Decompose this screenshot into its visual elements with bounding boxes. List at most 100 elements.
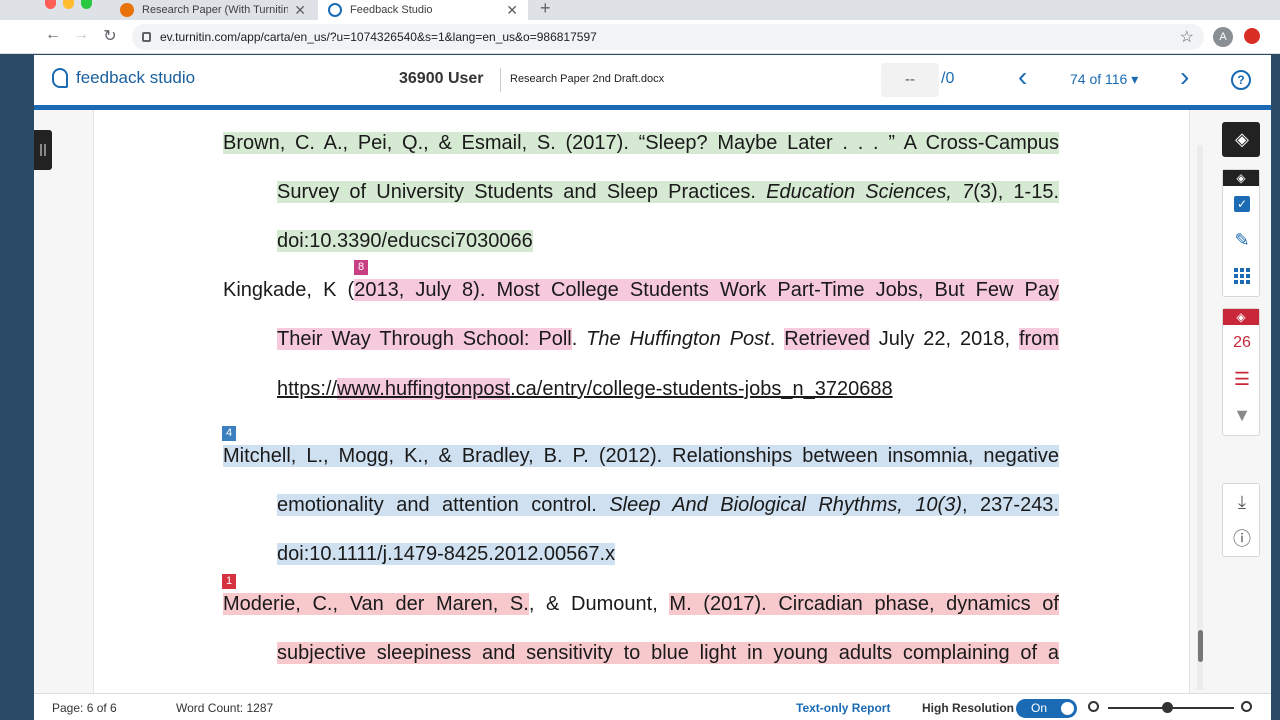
- filter-icon: ▼: [1233, 404, 1251, 425]
- side-panel-toggle[interactable]: [34, 130, 52, 170]
- bookmark-star-icon[interactable]: ☆: [1180, 27, 1194, 47]
- rubric-button[interactable]: [1223, 258, 1261, 294]
- highlighted-text[interactable]: from: [1018, 328, 1059, 350]
- document-page: Brown, C. A., Pei, Q., & Esmail, S. (201…: [93, 110, 1190, 693]
- high-resolution-toggle[interactable]: On: [1016, 699, 1077, 718]
- match-badge[interactable]: 8: [354, 260, 368, 275]
- maximize-window-button[interactable]: [81, 0, 92, 9]
- browser-tab-feedback-studio[interactable]: Feedback Studio ✕: [318, 0, 528, 20]
- highlighted-text[interactable]: Sleep And Biological Rhythms, 10(3): [609, 494, 962, 516]
- tab-title: Research Paper (With Turnitin) -: [142, 4, 289, 16]
- feedback-summary-button[interactable]: ✎: [1223, 222, 1261, 258]
- reference-text: The Huffington Post: [586, 328, 770, 350]
- match-badge[interactable]: 1: [222, 574, 236, 589]
- grading-tools-panel: ◈ ✓ ✎: [1222, 169, 1260, 297]
- address-bar[interactable]: ev.turnitin.com/app/carta/en_us/?u=10743…: [132, 24, 1204, 50]
- highlighted-text[interactable]: Retrieved: [784, 328, 870, 350]
- grade-score-box[interactable]: --: [881, 63, 939, 97]
- utility-panel: ⤓ ⓘ: [1222, 483, 1260, 557]
- info-icon: ⓘ: [1233, 529, 1251, 549]
- reference-line: Their Way Through School: Poll. The Huff…: [277, 326, 1059, 352]
- previous-paper-chevron-icon[interactable]: ‹: [1018, 63, 1027, 91]
- logo-text: feedback studio: [76, 68, 196, 87]
- zoom-out-icon[interactable]: [1088, 701, 1099, 712]
- reference-line: Survey of University Students and Sleep …: [277, 179, 1059, 205]
- word-count: Word Count: 1287: [176, 701, 274, 715]
- reference-line: doi:10.1111/j.1479-8425.2012.00567.x: [277, 541, 616, 567]
- highlighted-text[interactable]: Moderie, C., Van der Maren, S.: [223, 593, 529, 615]
- similarity-count: 26: [1233, 334, 1251, 351]
- toggle-label: On: [1031, 701, 1048, 715]
- download-icon: ⤓: [1238, 491, 1246, 512]
- grading-layer-icon: ◈: [1223, 170, 1259, 186]
- reload-icon[interactable]: ↻: [99, 26, 121, 46]
- similarity-panel: ◈ 26 ☰ ▼: [1222, 308, 1260, 436]
- link-text[interactable]: https://: [277, 378, 337, 400]
- paper-selector-dropdown[interactable]: 74 of 116 ▾: [1070, 71, 1138, 88]
- highlighted-text[interactable]: Education Sciences, 7: [766, 181, 974, 203]
- match-badge[interactable]: 4: [222, 426, 236, 441]
- highlighted-text[interactable]: Survey of University Students and Sleep …: [277, 181, 767, 203]
- highlighted-text[interactable]: Mitchell, L., Mogg, K., & Bradley, B. P.…: [223, 445, 1059, 467]
- document-scrollbar[interactable]: [1197, 145, 1203, 690]
- zoom-slider-handle[interactable]: [1162, 702, 1173, 713]
- reference-text: , & Dumount,: [528, 593, 670, 615]
- highlighted-text[interactable]: doi:10.3390/educsci7030066: [277, 230, 533, 252]
- profile-avatar[interactable]: A: [1213, 27, 1233, 47]
- match-overview-button[interactable]: ☰: [1223, 361, 1261, 397]
- reference-line: subjective sleepiness and sensitivity to…: [277, 640, 1059, 666]
- close-window-button[interactable]: [45, 0, 56, 9]
- highlighted-text[interactable]: , 237-243.: [962, 494, 1059, 516]
- browser-toolbar: ← → ↻ ev.turnitin.com/app/carta/en_us/?u…: [0, 20, 1280, 54]
- grade-total: /0: [941, 70, 955, 87]
- similarity-score-button[interactable]: 26: [1223, 325, 1261, 361]
- highlighted-text[interactable]: www.huffingtonpost: [337, 378, 511, 400]
- grading-tool-button[interactable]: ✓: [1223, 186, 1261, 222]
- reference-text: .: [769, 328, 785, 350]
- highlighted-text[interactable]: (3), 1-15.: [973, 181, 1059, 203]
- browser-tab-strip: Research Paper (With Turnitin) - ✕ Feedb…: [0, 0, 1280, 20]
- info-button[interactable]: ⓘ: [1223, 520, 1261, 556]
- browser-tab-research-paper[interactable]: Research Paper (With Turnitin) - ✕: [110, 0, 316, 20]
- reference-line: Kingkade, K (2013, July 8). Most College…: [223, 277, 1059, 303]
- checkbox-icon: ✓: [1234, 196, 1250, 212]
- reference-link[interactable]: https://www.huffingtonpost.ca/entry/coll…: [277, 376, 893, 402]
- reference-line: doi:10.3390/educsci7030066: [277, 228, 533, 254]
- help-icon[interactable]: ?: [1231, 70, 1251, 90]
- highlighted-text[interactable]: emotionality and attention control.: [277, 494, 610, 516]
- highlighted-text[interactable]: Brown, C. A., Pei, Q., & Esmail, S. (201…: [223, 132, 1059, 154]
- blackboard-favicon-icon: [120, 3, 134, 17]
- extension-icon[interactable]: [1244, 28, 1260, 44]
- minimize-window-button[interactable]: [63, 0, 74, 9]
- back-arrow-icon[interactable]: ←: [42, 26, 64, 44]
- download-button[interactable]: ⤓: [1223, 484, 1261, 520]
- lock-icon: [142, 32, 151, 42]
- document-name: Research Paper 2nd Draft.docx: [510, 73, 665, 85]
- close-icon[interactable]: ✕: [506, 2, 518, 19]
- text-only-report-link[interactable]: Text-only Report: [796, 701, 890, 715]
- highlighted-text[interactable]: doi:10.1111/j.1479-8425.2012.00567.x: [277, 543, 616, 565]
- new-tab-plus-icon[interactable]: +: [540, 0, 551, 19]
- filter-button[interactable]: ▼: [1223, 397, 1261, 433]
- highlighted-text[interactable]: M. (2017). Circadian phase, dynamics of: [669, 593, 1059, 615]
- layers-button[interactable]: ◈: [1222, 122, 1260, 157]
- next-paper-chevron-icon[interactable]: ›: [1180, 63, 1189, 91]
- link-text[interactable]: .ca/entry/college-students-jobs_n_372068…: [510, 378, 892, 400]
- highlighted-text[interactable]: subjective sleepiness and sensitivity to…: [277, 642, 1059, 664]
- forward-arrow-icon[interactable]: →: [70, 26, 92, 44]
- toggle-knob: [1061, 702, 1074, 715]
- reference-line: Moderie, C., Van der Maren, S., & Dumoun…: [223, 591, 1059, 617]
- app-header: feedback studio 36900 User Research Pape…: [34, 55, 1271, 105]
- high-resolution-label: High Resolution: [922, 701, 1014, 715]
- reference-text: Kingkade, K (: [223, 279, 355, 301]
- layers-icon: ◈: [1235, 129, 1249, 149]
- user-name: 36900 User: [399, 70, 484, 87]
- scrollbar-thumb[interactable]: [1198, 630, 1203, 662]
- highlighted-text[interactable]: Their Way Through School: Poll: [277, 328, 572, 350]
- logo: feedback studio: [52, 68, 195, 88]
- reference-text: .: [571, 328, 587, 350]
- zoom-in-icon[interactable]: [1241, 701, 1252, 712]
- highlighted-text[interactable]: 2013, July 8). Most College Students Wor…: [354, 279, 1059, 301]
- similarity-layer-icon: ◈: [1223, 309, 1259, 325]
- close-icon[interactable]: ✕: [294, 2, 306, 19]
